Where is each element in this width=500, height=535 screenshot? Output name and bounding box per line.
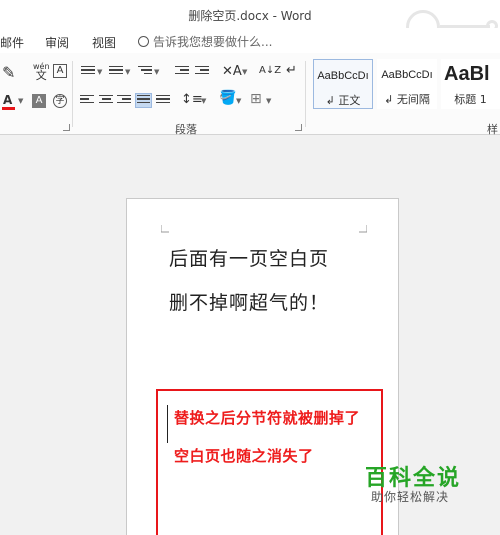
multilevel-list-icon[interactable] <box>138 66 152 78</box>
font-color-letter: A <box>3 93 13 107</box>
style-name: ↲ 正文 <box>325 94 361 107</box>
font-size-shrink-icon[interactable]: ✎ <box>2 65 15 81</box>
char-border-icon[interactable]: A <box>53 64 67 78</box>
style-name: ↲ 无间隔 <box>384 93 430 106</box>
tab-review[interactable]: 审阅 <box>45 34 69 51</box>
watermark-slogan: 助你轻松解决 <box>371 490 450 504</box>
chevron-down-icon[interactable]: ▼ <box>97 68 102 76</box>
style-normal[interactable]: AaBbCcDı ↲ 正文 <box>313 59 373 109</box>
title-bar: 删除空页.docx - Word <box>0 0 500 44</box>
sort-icon[interactable]: A↓Z <box>259 64 281 78</box>
line-spacing-icon[interactable]: ↕≡ <box>181 93 203 107</box>
justify-icon[interactable] <box>135 93 152 108</box>
chevron-down-icon[interactable]: ▼ <box>201 97 206 105</box>
phonetic-bottom: 文 <box>35 69 47 82</box>
chevron-down-icon[interactable]: ▼ <box>154 68 159 76</box>
chevron-down-icon[interactable]: ▼ <box>125 68 130 76</box>
group-label-paragraph: 段落 <box>175 123 197 136</box>
align-left-icon[interactable] <box>80 95 94 107</box>
paint-bucket-icon[interactable]: 🪣 <box>219 91 236 105</box>
lightbulb-icon <box>138 36 149 47</box>
document-text-line[interactable]: 删不掉啊超气的！ <box>169 288 329 315</box>
margin-corner-mark <box>359 225 367 233</box>
decrease-indent-icon[interactable] <box>175 66 189 78</box>
chevron-down-icon[interactable]: ▼ <box>242 68 247 76</box>
bullets-icon[interactable] <box>81 66 95 78</box>
chevron-down-icon[interactable]: ▼ <box>18 97 23 105</box>
borders-icon[interactable]: ⊞ <box>250 92 262 106</box>
margin-corner-mark <box>161 225 169 233</box>
increase-indent-icon[interactable] <box>195 66 209 78</box>
document-text-line[interactable]: 后面有一页空白页 <box>169 244 329 271</box>
style-no-spacing[interactable]: AaBbCcDı ↲ 无间隔 <box>377 59 437 109</box>
phonetic-guide-icon[interactable]: wén 文 <box>33 62 50 82</box>
font-dialog-launcher-icon[interactable] <box>63 124 70 131</box>
tab-view[interactable]: 视图 <box>92 34 116 51</box>
font-color-icon[interactable]: A <box>3 93 12 107</box>
numbering-icon[interactable] <box>109 66 123 78</box>
distributed-icon[interactable] <box>156 95 170 107</box>
align-center-icon[interactable] <box>99 95 113 107</box>
group-label-styles: 样 <box>487 123 498 136</box>
text-cursor <box>167 405 168 443</box>
group-separator <box>305 61 306 127</box>
style-preview: AaBbCcDı <box>317 70 369 82</box>
ribbon: ✎ wén 文 A A ▼ A 字 ▼ ▼ ▼ ✕A ▼ A↓Z ↵ ↕≡ ▼ … <box>0 53 500 136</box>
annotation-text: 替换之后分节符就被删掉了 <box>174 409 361 427</box>
annotation-text: 空白页也随之消失了 <box>174 447 314 465</box>
char-shading-icon[interactable]: A <box>32 94 46 108</box>
paragraph-dialog-launcher-icon[interactable] <box>295 124 302 131</box>
enclose-char-icon[interactable]: 字 <box>53 94 67 108</box>
style-name: 标题 1 <box>454 93 487 106</box>
tell-me-search[interactable]: 告诉我您想要做什么... <box>138 33 272 50</box>
chevron-down-icon[interactable]: ▼ <box>266 97 271 105</box>
chinese-layout-icon[interactable]: ✕A <box>222 65 242 79</box>
group-separator <box>72 61 73 127</box>
ribbon-tabs: 邮件 审阅 视图 告诉我您想要做什么... <box>0 28 500 53</box>
style-heading-1[interactable]: AaBl 标题 1 <box>441 59 500 109</box>
show-marks-icon[interactable]: ↵ <box>286 64 297 78</box>
tab-mailings[interactable]: 邮件 <box>0 34 24 51</box>
style-preview: AaBl <box>444 63 490 85</box>
chevron-down-icon[interactable]: ▼ <box>236 97 241 105</box>
style-preview: AaBbCcDı <box>381 69 433 81</box>
font-color-bar <box>2 107 15 110</box>
tell-me-text: 告诉我您想要做什么... <box>153 35 273 49</box>
align-right-icon[interactable] <box>117 95 131 107</box>
